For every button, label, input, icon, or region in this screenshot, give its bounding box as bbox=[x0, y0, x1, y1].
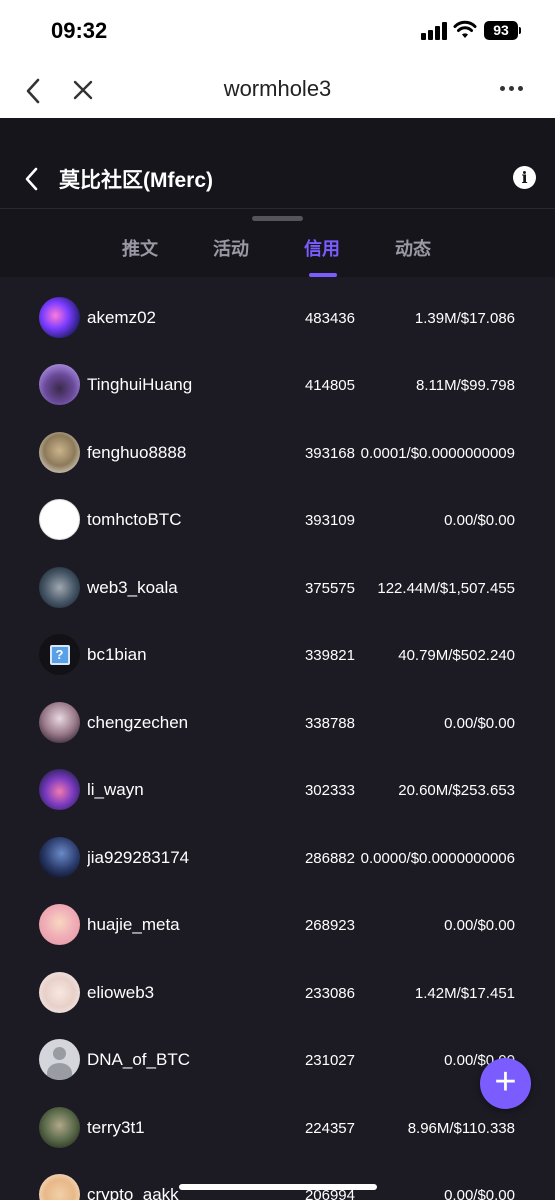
avatar bbox=[39, 364, 80, 405]
credit-score: 286882 bbox=[304, 850, 355, 867]
token-value: 1.42M/$17.451 bbox=[414, 985, 515, 1002]
avatar bbox=[39, 1039, 80, 1080]
tab-bar: 推文 活动 信用 动态 bbox=[0, 208, 555, 277]
avatar bbox=[39, 904, 80, 945]
token-value: 20.60M/$253.653 bbox=[398, 782, 515, 799]
username: TinghuiHuang bbox=[87, 375, 193, 394]
list-item[interactable]: web3_koala 375575 122.44M/$1,507.455 bbox=[0, 548, 555, 615]
avatar: ? bbox=[39, 634, 80, 675]
username: crypto_aakk bbox=[87, 1185, 179, 1200]
credit-score: 339821 bbox=[304, 647, 355, 664]
credit-score: 268923 bbox=[304, 917, 355, 934]
list-item[interactable]: tomhctoBTC 393109 0.00/$0.00 bbox=[0, 480, 555, 547]
list-item[interactable]: crypto_aakk 206994 0.00/$0.00 bbox=[0, 1155, 555, 1200]
cellular-signal-icon bbox=[421, 22, 447, 40]
username: huajie_meta bbox=[87, 915, 180, 934]
token-value: 8.96M/$110.338 bbox=[407, 1120, 515, 1137]
username: chengzechen bbox=[87, 713, 189, 732]
credit-score: 483436 bbox=[304, 310, 355, 327]
avatar bbox=[39, 702, 80, 743]
tab-activities[interactable]: 活动 bbox=[213, 235, 249, 261]
username: akemz02 bbox=[87, 308, 156, 327]
avatar bbox=[39, 1174, 80, 1200]
username: bc1bian bbox=[87, 645, 147, 664]
app-header: 莫比社区(Mferc) i bbox=[0, 118, 555, 208]
credit-score: 224357 bbox=[304, 1120, 355, 1137]
avatar bbox=[39, 432, 80, 473]
list-item[interactable]: elioweb3 233086 1.42M/$17.451 bbox=[0, 953, 555, 1020]
add-button[interactable]: + bbox=[480, 1058, 531, 1109]
avatar bbox=[39, 499, 80, 540]
credit-score: 233086 bbox=[304, 985, 355, 1002]
token-value: 1.39M/$17.086 bbox=[414, 310, 515, 327]
drag-handle[interactable] bbox=[252, 216, 303, 221]
avatar bbox=[39, 769, 80, 810]
battery-icon: 93 bbox=[484, 21, 518, 40]
avatar bbox=[39, 567, 80, 608]
username: elioweb3 bbox=[87, 983, 155, 1002]
avatar bbox=[39, 1107, 80, 1148]
avatar bbox=[39, 297, 80, 338]
token-value: 8.11M/$99.798 bbox=[416, 377, 515, 394]
username: web3_koala bbox=[87, 578, 178, 597]
list-item[interactable]: DNA_of_BTC 231027 0.00/$0.00 bbox=[0, 1020, 555, 1087]
list-item[interactable]: ? bc1bian 339821 40.79M/$502.240 bbox=[0, 615, 555, 682]
tab-tweets[interactable]: 推文 bbox=[122, 235, 158, 261]
username: terry3t1 bbox=[87, 1118, 145, 1137]
credit-score: 393109 bbox=[304, 512, 355, 529]
token-value: 0.0001/$0.0000000009 bbox=[360, 445, 515, 462]
avatar bbox=[39, 972, 80, 1013]
browser-title: wormhole3 bbox=[223, 76, 332, 101]
battery-tip bbox=[519, 27, 521, 34]
credit-score: 302333 bbox=[304, 782, 355, 799]
username: li_wayn bbox=[87, 780, 144, 799]
token-value: 0.00/$0.00 bbox=[444, 1187, 515, 1200]
list-item[interactable]: huajie_meta 268923 0.00/$0.00 bbox=[0, 885, 555, 952]
token-value: 122.44M/$1,507.455 bbox=[377, 580, 515, 597]
list-item[interactable]: TinghuiHuang 414805 8.11M/$99.798 bbox=[0, 345, 555, 412]
list-item[interactable]: jia929283174 286882 0.0000/$0.0000000006 bbox=[0, 818, 555, 885]
active-tab-indicator bbox=[309, 273, 337, 277]
token-value: 0.0000/$0.0000000006 bbox=[360, 850, 515, 867]
username: jia929283174 bbox=[87, 848, 190, 867]
list-item[interactable]: fenghuo8888 393168 0.0001/$0.0000000009 bbox=[0, 413, 555, 480]
credit-score: 338788 bbox=[304, 715, 355, 732]
info-icon[interactable]: i bbox=[513, 166, 536, 189]
status-time: 09:32 bbox=[51, 18, 108, 43]
browser-bar: wormhole3 bbox=[0, 62, 555, 118]
tab-dynamics[interactable]: 动态 bbox=[395, 235, 431, 261]
token-value: 0.00/$0.00 bbox=[444, 715, 515, 732]
username: DNA_of_BTC bbox=[87, 1050, 190, 1069]
username: fenghuo8888 bbox=[87, 443, 187, 462]
list-item[interactable]: chengzechen 338788 0.00/$0.00 bbox=[0, 683, 555, 750]
list-item[interactable]: terry3t1 224357 8.96M/$110.338 bbox=[0, 1088, 555, 1155]
credit-score: 393168 bbox=[304, 445, 355, 462]
list-item[interactable]: akemz02 483436 1.39M/$17.086 bbox=[0, 278, 555, 345]
tab-credit[interactable]: 信用 bbox=[304, 235, 340, 261]
credit-score: 375575 bbox=[304, 580, 355, 597]
token-value: 0.00/$0.00 bbox=[444, 512, 515, 529]
avatar bbox=[39, 837, 80, 878]
back-icon[interactable] bbox=[22, 166, 42, 192]
credit-score: 414805 bbox=[304, 377, 355, 394]
token-value: 40.79M/$502.240 bbox=[398, 647, 515, 664]
home-indicator bbox=[179, 1184, 377, 1190]
token-value: 0.00/$0.00 bbox=[444, 917, 515, 934]
credit-score: 231027 bbox=[304, 1052, 355, 1069]
page-title: 莫比社区(Mferc) bbox=[59, 169, 214, 192]
more-options-icon[interactable] bbox=[500, 86, 523, 91]
wifi-icon bbox=[453, 20, 477, 38]
username: tomhctoBTC bbox=[87, 510, 182, 529]
status-bar: 09:32 93 bbox=[0, 0, 555, 62]
list-item[interactable]: li_wayn 302333 20.60M/$253.653 bbox=[0, 750, 555, 817]
